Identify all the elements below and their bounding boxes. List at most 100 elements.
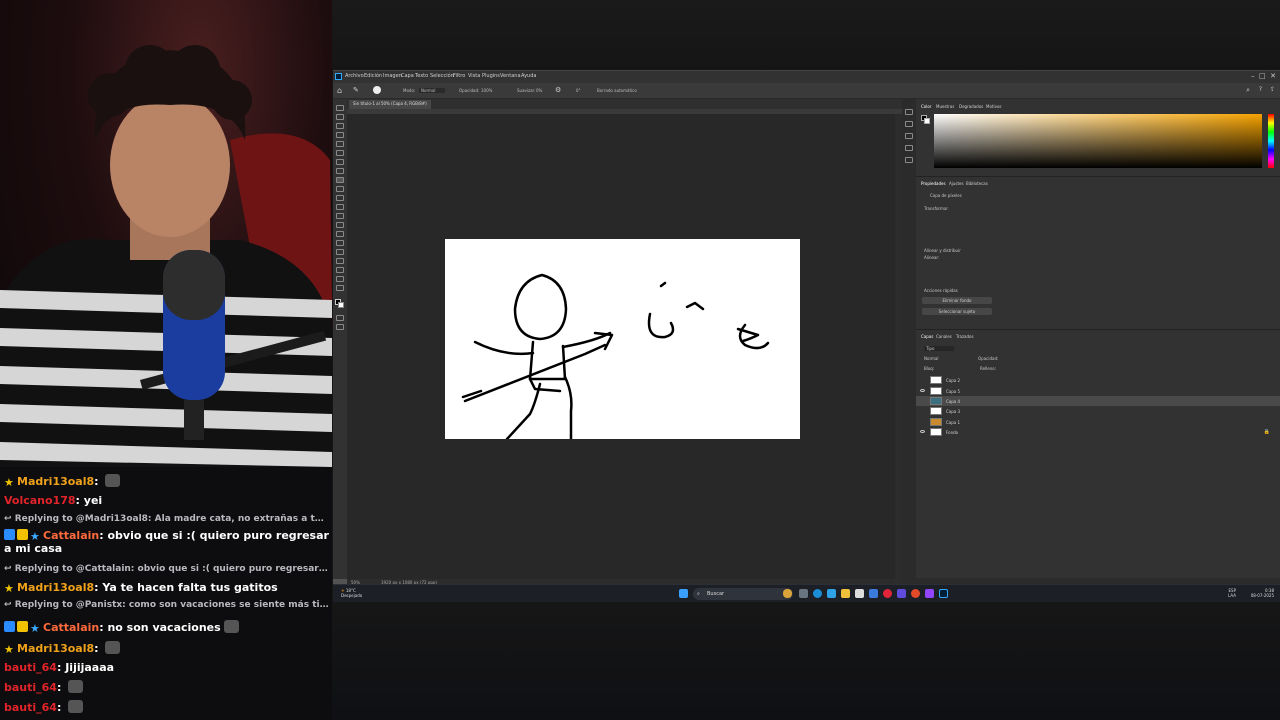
search-icon[interactable]: ⌕: [1246, 86, 1250, 95]
brush-tool-icon[interactable]: [336, 177, 344, 183]
tab-layers[interactable]: Capas: [921, 334, 933, 339]
hand-tool-icon[interactable]: [336, 276, 344, 282]
layer-name[interactable]: Capa 2: [946, 378, 960, 383]
document-canvas[interactable]: [445, 239, 800, 441]
weather-widget[interactable]: ☀ 18°C Despejado: [341, 588, 362, 598]
character-panel-icon[interactable]: [905, 145, 913, 151]
menu-ventana[interactable]: Ventana: [500, 73, 521, 79]
quick-actions-section[interactable]: Acciones rápidas: [924, 288, 958, 293]
edge-icon[interactable]: [813, 589, 822, 598]
brush-tool-icon[interactable]: ✎: [353, 86, 359, 94]
align-section[interactable]: Alinear y distribuir: [924, 248, 961, 253]
tab-paths[interactable]: Trazados: [956, 334, 974, 339]
app-icon[interactable]: [869, 589, 878, 598]
zoom-tool-icon[interactable]: [336, 285, 344, 291]
layer-row[interactable]: Capa 2: [916, 375, 1280, 385]
help-icon[interactable]: ?: [1259, 86, 1262, 93]
remove-background-button[interactable]: Eliminar fondo: [922, 297, 992, 304]
layer-name[interactable]: Capa 3: [946, 409, 960, 414]
maximize-icon[interactable]: □: [1259, 72, 1266, 80]
select-subject-button[interactable]: Seleccionar sujeto: [922, 308, 992, 315]
layer-row[interactable]: Capa 5: [916, 386, 1280, 396]
minimize-icon[interactable]: –: [1251, 72, 1255, 80]
screen-mode-icon[interactable]: [336, 324, 344, 330]
tab-adjustments[interactable]: Ajustes: [949, 181, 964, 186]
history-brush-icon[interactable]: [336, 195, 344, 201]
tab-properties[interactable]: Propiedades: [921, 181, 946, 186]
marquee-tool-icon[interactable]: [336, 114, 344, 120]
gradient-tool-icon[interactable]: [336, 213, 344, 219]
type-tool-icon[interactable]: [336, 249, 344, 255]
angle-input[interactable]: 0°: [576, 88, 581, 93]
layer-name[interactable]: Capa 1: [946, 420, 960, 425]
transform-section[interactable]: Transformar: [924, 206, 948, 211]
share-icon[interactable]: ⇪: [1270, 86, 1275, 93]
crop-tool-icon[interactable]: [336, 141, 344, 147]
layer-row[interactable]: Fondo 🔒: [916, 427, 1280, 437]
tab-channels[interactable]: Canales: [936, 334, 952, 339]
menu-filtro[interactable]: Filtro: [453, 73, 465, 79]
hue-slider[interactable]: [1268, 114, 1274, 168]
tab-color[interactable]: Color: [921, 104, 931, 109]
lasso-tool-icon[interactable]: [336, 123, 344, 129]
store-bag-icon[interactable]: [855, 589, 864, 598]
chrome-icon[interactable]: [911, 589, 920, 598]
layer-name[interactable]: Capa 5: [946, 389, 960, 394]
menu-edicion[interactable]: Edición: [364, 73, 382, 79]
menu-vista[interactable]: Vista: [468, 73, 480, 79]
settings-gear-icon[interactable]: ⚙: [555, 86, 561, 94]
history-panel-icon[interactable]: [905, 109, 913, 115]
close-icon[interactable]: ✕: [1270, 72, 1276, 80]
eye-icon[interactable]: [920, 389, 925, 392]
blur-tool-icon[interactable]: [336, 222, 344, 228]
brush-panel-icon[interactable]: [905, 133, 913, 139]
brush-preset-picker[interactable]: [373, 86, 381, 94]
quick-mask-icon[interactable]: [336, 315, 344, 321]
menu-plugins[interactable]: Plugins: [482, 73, 500, 79]
pen-tool-icon[interactable]: [336, 240, 344, 246]
eraser-tool-icon[interactable]: [336, 204, 344, 210]
layer-name[interactable]: Capa 4: [946, 399, 960, 404]
path-select-icon[interactable]: [336, 258, 344, 264]
move-tool-icon[interactable]: [336, 105, 344, 111]
layer-row[interactable]: Capa 3: [916, 406, 1280, 416]
background-color-swatch[interactable]: [338, 302, 344, 308]
photoshop-icon[interactable]: [939, 589, 948, 598]
store-icon[interactable]: [827, 589, 836, 598]
adjust-panel-icon[interactable]: [905, 121, 913, 127]
task-view-icon[interactable]: [799, 589, 808, 598]
stamp-tool-icon[interactable]: [336, 186, 344, 192]
blend-mode-select[interactable]: Normal: [924, 356, 938, 361]
document-tab[interactable]: Sin título-1 al 50% (Capa 4, RGB/8#): [349, 100, 431, 109]
layer-row[interactable]: Capa 1: [916, 417, 1280, 427]
twitch-icon[interactable]: [925, 589, 934, 598]
start-icon[interactable]: [679, 589, 688, 598]
tray-lang[interactable]: ESP LAA: [1228, 588, 1236, 598]
tab-libraries[interactable]: Bibliotecas: [966, 181, 988, 186]
menu-archivo[interactable]: Archivo: [345, 73, 364, 79]
file-explorer-icon[interactable]: [841, 589, 850, 598]
tab-swatches[interactable]: Muestras: [936, 104, 954, 109]
eyedropper-tool-icon[interactable]: [336, 159, 344, 165]
vertical-scrollbar[interactable]: [895, 114, 902, 579]
menu-capa[interactable]: Capa: [401, 73, 414, 79]
menu-seleccion[interactable]: Selección: [430, 73, 454, 79]
smooth-input[interactable]: 0%: [536, 88, 542, 93]
healing-tool-icon[interactable]: [336, 168, 344, 174]
layer-kind-filter[interactable]: Tipo: [924, 346, 955, 351]
discord-icon[interactable]: [897, 589, 906, 598]
eye-icon[interactable]: [920, 430, 925, 433]
opera-icon[interactable]: [883, 589, 892, 598]
auto-erase-checkbox[interactable]: Borrado automático: [597, 88, 637, 93]
menu-imagen[interactable]: Imagen: [383, 73, 402, 79]
dodge-tool-icon[interactable]: [336, 231, 344, 237]
tab-gradients[interactable]: Degradados: [959, 104, 983, 109]
layer-row-selected[interactable]: Capa 4: [916, 396, 1280, 406]
paths-panel-icon[interactable]: [905, 157, 913, 163]
tab-patterns[interactable]: Motivos: [986, 104, 1001, 109]
quick-select-tool-icon[interactable]: [336, 132, 344, 138]
menu-ayuda[interactable]: Ayuda: [521, 73, 536, 79]
opacity-input[interactable]: 100%: [481, 88, 492, 93]
frame-tool-icon[interactable]: [336, 150, 344, 156]
background-color-swatch[interactable]: [924, 118, 930, 124]
